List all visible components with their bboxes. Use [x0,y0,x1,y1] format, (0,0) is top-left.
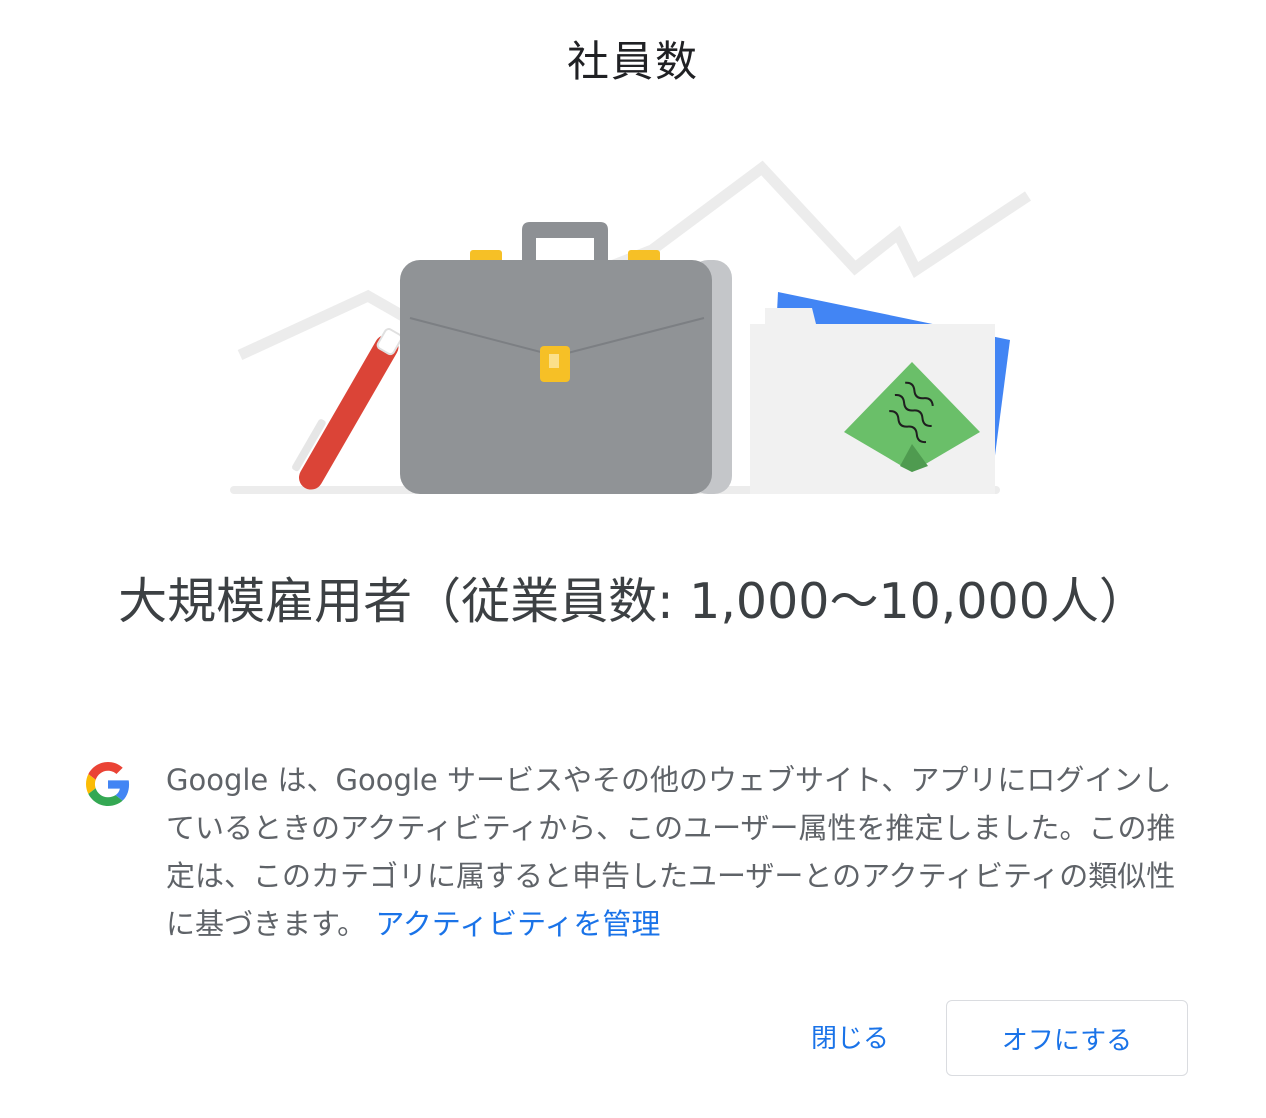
briefcase-folder-illustration [230,160,1032,494]
category-headline: 大規模雇用者（従業員数: 1,000〜10,000人） [118,573,1148,630]
turn-off-button[interactable]: オフにする [946,1000,1188,1076]
demographics-dialog: 社員数 大規模雇用者（従業員数: 1,000〜10,000人） Google は… [0,0,1266,1118]
pen-icon [292,328,403,490]
folder-front [750,308,995,494]
dialog-title: 社員数 [566,37,699,86]
description-body: Google は、Google サービスやその他のウェブサイト、アプリにログイン… [166,763,1176,941]
close-button[interactable]: 閉じる [788,1004,912,1068]
description-text: Google は、Google サービスやその他のウェブサイト、アプリにログイン… [166,756,1186,948]
manage-activity-link[interactable]: アクティビティを管理 [375,907,660,941]
google-g-icon [86,762,130,806]
